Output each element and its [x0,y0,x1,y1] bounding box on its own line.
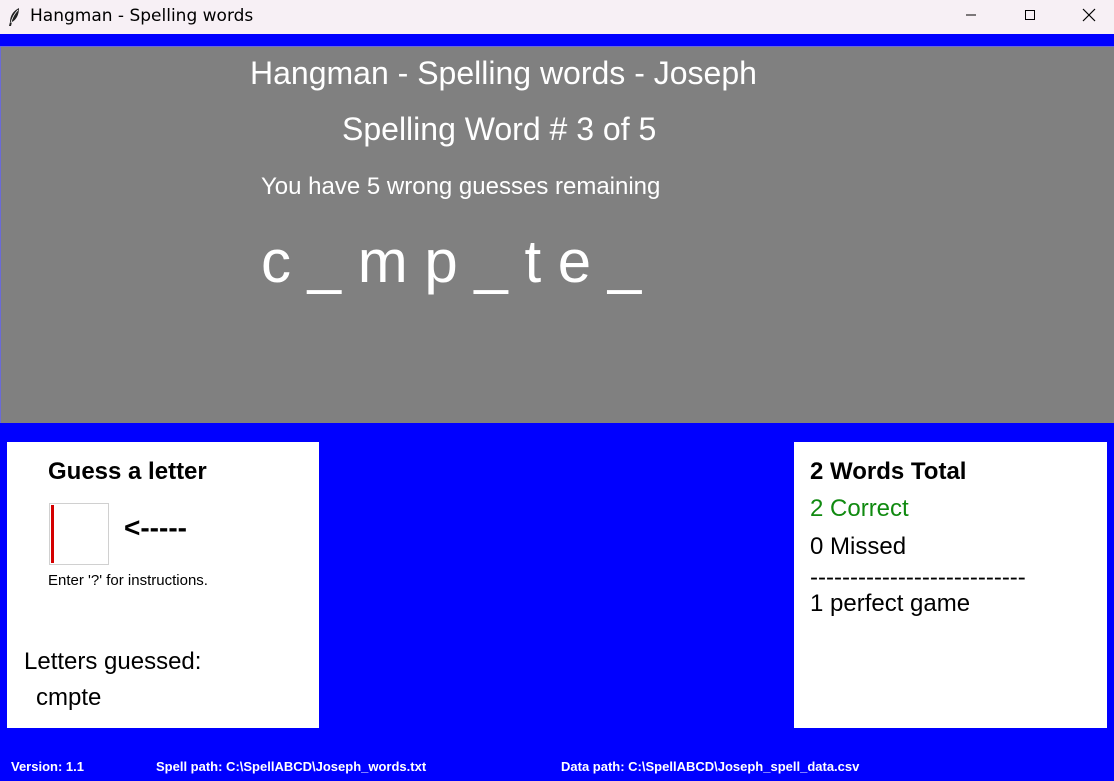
app-window: Hangman - Spelling words Hangman - Spell… [0,0,1114,781]
game-headline: Hangman - Spelling words - Joseph [250,55,757,91]
maximize-button[interactable] [1007,0,1053,34]
correct-count: 2 Correct [810,495,909,522]
spell-path-label: Spell path: C:\SpellABCD\Joseph_words.tx… [156,759,427,774]
letters-guessed-label: Letters guessed: [24,648,202,675]
instructions-hint: Enter '?' for instructions. [48,572,208,589]
maximize-icon [1024,8,1036,26]
letters-guessed-value: cmpte [36,684,102,711]
window-title: Hangman - Spelling words [30,6,254,26]
close-button[interactable] [1066,0,1112,34]
stats-divider: --------------------------- [810,564,1026,591]
feather-icon [7,7,21,27]
word-progress: Spelling Word # 3 of 5 [342,111,657,147]
version-label: Version: 1.1 [11,759,84,774]
title-bar[interactable]: Hangman - Spelling words [0,0,1114,34]
guesses-remaining: You have 5 wrong guesses remaining [261,173,661,200]
perfect-games: 1 perfect game [810,590,971,617]
close-icon [1082,8,1096,27]
minimize-button[interactable] [948,0,994,34]
stats-panel: 2 Words Total 2 Correct 0 Missed -------… [794,442,1107,728]
masked-word: c _ m p _ t e _ [261,228,642,295]
missed-count: 0 Missed [810,533,907,560]
guess-heading: Guess a letter [48,458,207,485]
letter-input[interactable] [49,503,109,565]
minimize-icon [965,8,977,26]
words-total: 2 Words Total [810,458,967,485]
guess-panel: Guess a letter <----- Enter '?' for inst… [7,442,319,728]
word-display-area: Hangman - Spelling words - Joseph Spelli… [0,46,1114,423]
text-cursor [51,505,54,563]
data-path-label: Data path: C:\SpellABCD\Joseph_spell_dat… [561,759,860,774]
arrow-pointer: <----- [124,512,187,543]
